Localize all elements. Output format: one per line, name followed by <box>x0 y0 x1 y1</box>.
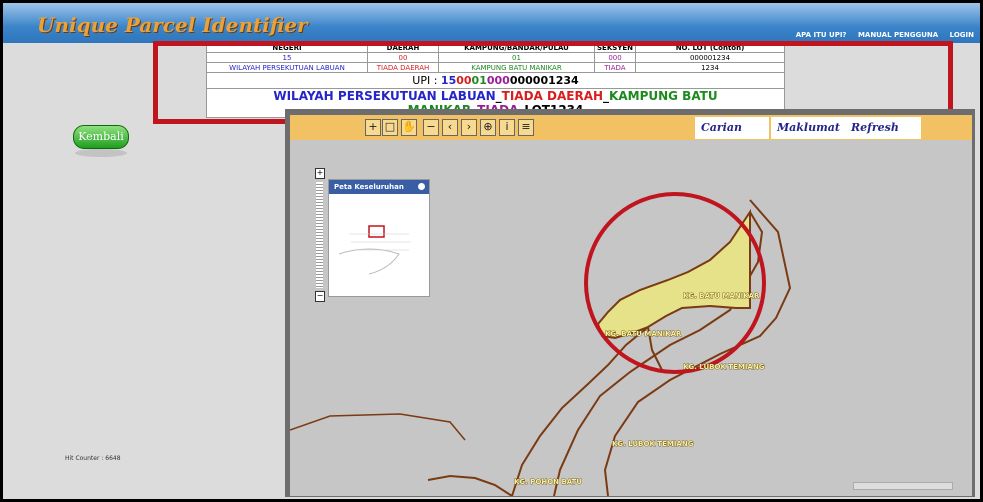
nav-apa-itu-upi[interactable]: APA ITU UPI? <box>796 31 847 39</box>
parcel-polygon[interactable] <box>596 208 751 340</box>
overview-coastline <box>338 248 400 275</box>
zoom-in-icon[interactable]: + <box>365 119 381 136</box>
top-nav: APA ITU UPI? MANUAL PENGGUNA LOGIN <box>787 31 974 39</box>
zoom-plus-button[interactable]: + <box>315 168 325 179</box>
identify-icon[interactable]: i <box>499 119 515 136</box>
river-boundary-right <box>603 199 792 496</box>
overview-map-window: Peta Keseluruhan <box>328 179 430 297</box>
back-button-reflection <box>75 149 127 157</box>
map-label-lubok-temiang-1: KG. LUBOK TEMIANG <box>683 363 765 371</box>
map-label-batu-manikar-2: KG. BATU MANIKAR <box>605 330 682 338</box>
nav-login[interactable]: LOGIN <box>950 31 974 39</box>
overview-header: Peta Keseluruhan <box>329 180 429 194</box>
zoom-box-icon[interactable]: □ <box>382 119 398 136</box>
zoom-minus-button[interactable]: − <box>315 291 325 302</box>
zoom-next-icon[interactable]: › <box>461 119 477 136</box>
parcel-boundary-sw <box>427 474 513 496</box>
print-icon[interactable]: ≡ <box>518 119 534 136</box>
map-label-batu-manikar-1: KG. BATU MANIKAR <box>683 292 760 300</box>
zoom-out-icon[interactable]: − <box>423 119 439 136</box>
overview-title: Peta Keseluruhan <box>334 183 404 191</box>
back-button[interactable]: Kembali <box>73 125 129 149</box>
zoom-slider[interactable]: + − <box>315 168 325 303</box>
horizontal-scrollbar[interactable] <box>853 482 953 490</box>
parcel-boundary-south <box>511 326 649 496</box>
tab-carian[interactable]: Carian <box>695 117 769 139</box>
full-extent-icon[interactable]: ⊕ <box>480 119 496 136</box>
overview-extent-box <box>368 225 385 238</box>
header-bar: Unique Parcel Identifier APA ITU UPI? MA… <box>3 3 980 43</box>
map-panel: + □ ✋ − ‹ › ⊕ i ≡ Carian Maklumat Refres… <box>285 109 975 497</box>
map-canvas[interactable]: KG. BATU MANIKAR KG. BATU MANIKAR KG. LU… <box>290 140 972 496</box>
zoom-slider-track[interactable] <box>316 182 323 288</box>
map-toolbar: + □ ✋ − ‹ › ⊕ i ≡ Carian Maklumat Refres… <box>290 115 972 156</box>
boundary-west <box>290 413 466 441</box>
tab-maklumat[interactable]: Maklumat <box>771 117 845 139</box>
overview-thumbnail <box>338 225 411 275</box>
pan-hand-icon[interactable]: ✋ <box>401 119 417 136</box>
close-icon[interactable] <box>418 183 425 190</box>
map-label-lubok-temiang-2: KG. LUBOK TEMIANG <box>612 440 694 448</box>
app-title: Unique Parcel Identifier <box>37 13 308 37</box>
nav-manual-pengguna[interactable]: MANUAL PENGGUNA <box>858 31 938 39</box>
tab-refresh-map[interactable]: Refresh Map <box>845 117 921 156</box>
app-frame: Unique Parcel Identifier APA ITU UPI? MA… <box>3 3 980 499</box>
map-label-pohon-batu: KG. POHON BATU <box>514 478 582 486</box>
hit-counter: Hit Counter : 6648 <box>65 455 121 462</box>
zoom-previous-icon[interactable]: ‹ <box>442 119 458 136</box>
